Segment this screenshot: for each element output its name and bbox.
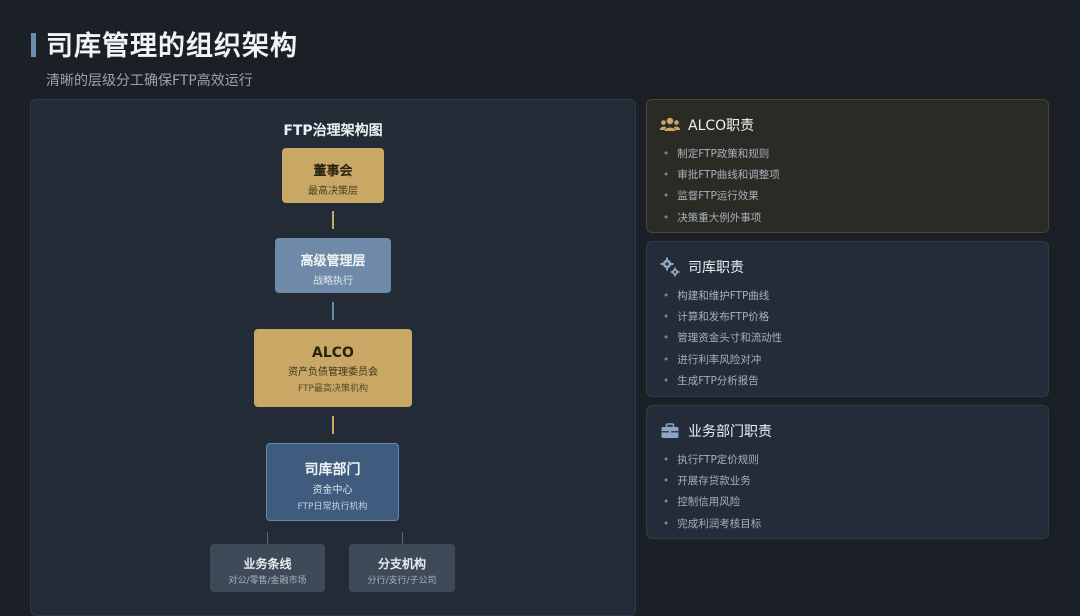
- alco-duties-card: ALCO职责 制定FTP政策和规则 审批FTP曲线和调整项 监督FTP运行效果 …: [646, 99, 1049, 233]
- list-item: 管理资金头寸和流动性: [663, 328, 782, 349]
- node-business-title: 业务条线: [243, 557, 292, 571]
- node-treasury-sub: 资金中心: [312, 485, 353, 496]
- list-item: 进行利率风险对冲: [663, 350, 782, 371]
- diagram-title: FTP治理架构图: [283, 123, 383, 139]
- list-item: 控制信用风险: [663, 492, 761, 513]
- list-item: 构建和维护FTP曲线: [663, 286, 782, 307]
- node-branch-title: 分支机构: [377, 557, 426, 571]
- alco-card-header: ALCO职责: [659, 114, 754, 136]
- alco-duties-list: 制定FTP政策和规则 审批FTP曲线和调整项 监督FTP运行效果 决策重大例外事…: [663, 144, 780, 229]
- node-business-lines: 业务条线 对公/零售/金融市场: [210, 544, 325, 592]
- connector-alco-treasury: [332, 416, 334, 434]
- page-subtitle: 清晰的层级分工确保FTP高效运行: [46, 73, 253, 89]
- list-item: 监督FTP运行效果: [663, 186, 780, 207]
- page-title: 司库管理的组织架构: [46, 31, 298, 62]
- treasury-card-header: 司库职责: [659, 256, 744, 278]
- node-treasury-sub2: FTP日常执行机构: [297, 502, 368, 512]
- list-item: 执行FTP定价规则: [663, 450, 761, 471]
- list-item: 审批FTP曲线和调整项: [663, 165, 780, 186]
- node-board-sub: 最高决策层: [308, 186, 358, 197]
- users-icon: [659, 114, 681, 136]
- treasury-duties-list: 构建和维护FTP曲线 计算和发布FTP价格 管理资金头寸和流动性 进行利率风险对…: [663, 286, 782, 392]
- business-card-header: 业务部门职责: [659, 420, 772, 442]
- connector-board-senior: [332, 211, 334, 229]
- connector-treasury-branch: [402, 532, 403, 544]
- title-accent-bar: [31, 33, 36, 57]
- list-item: 生成FTP分析报告: [663, 371, 782, 392]
- business-card-title: 业务部门职责: [688, 424, 772, 440]
- node-alco: ALCO 资产负债管理委员会 FTP最高决策机构: [254, 329, 412, 407]
- connector-senior-alco: [332, 302, 334, 320]
- business-duties-card: 业务部门职责 执行FTP定价规则 开展存贷款业务 控制信用风险 完成利润考核目标: [646, 405, 1049, 539]
- node-board-title: 董事会: [313, 164, 353, 179]
- list-item: 开展存贷款业务: [663, 471, 761, 492]
- connector-treasury-business: [267, 532, 268, 544]
- node-business-sub: 对公/零售/金融市场: [228, 576, 307, 586]
- list-item: 计算和发布FTP价格: [663, 307, 782, 328]
- treasury-duties-card: 司库职责 构建和维护FTP曲线 计算和发布FTP价格 管理资金头寸和流动性 进行…: [646, 241, 1049, 397]
- treasury-card-title: 司库职责: [688, 260, 744, 276]
- gears-icon: [659, 256, 681, 278]
- node-alco-sub2: FTP最高决策机构: [298, 384, 368, 394]
- node-treasury-title: 司库部门: [304, 462, 361, 478]
- node-alco-sub: 资产负债管理委员会: [288, 367, 378, 378]
- node-senior-sub: 战略执行: [313, 276, 353, 287]
- list-item: 完成利润考核目标: [663, 514, 761, 535]
- node-board: 董事会 最高决策层: [282, 148, 384, 203]
- business-duties-list: 执行FTP定价规则 开展存贷款业务 控制信用风险 完成利润考核目标: [663, 450, 761, 535]
- node-branch-sub: 分行/支行/子公司: [367, 576, 437, 586]
- node-senior-management: 高级管理层 战略执行: [275, 238, 391, 293]
- node-branches: 分支机构 分行/支行/子公司: [349, 544, 455, 592]
- node-treasury: 司库部门 资金中心 FTP日常执行机构: [266, 443, 399, 521]
- list-item: 决策重大例外事项: [663, 208, 780, 229]
- node-senior-title: 高级管理层: [300, 254, 366, 269]
- governance-diagram-panel: FTP治理架构图 董事会 最高决策层 高级管理层 战略执行 ALCO 资产负债管…: [30, 99, 636, 616]
- alco-card-title: ALCO职责: [688, 118, 755, 134]
- node-alco-title: ALCO: [312, 345, 354, 361]
- list-item: 制定FTP政策和规则: [663, 144, 780, 165]
- briefcase-icon: [659, 420, 681, 442]
